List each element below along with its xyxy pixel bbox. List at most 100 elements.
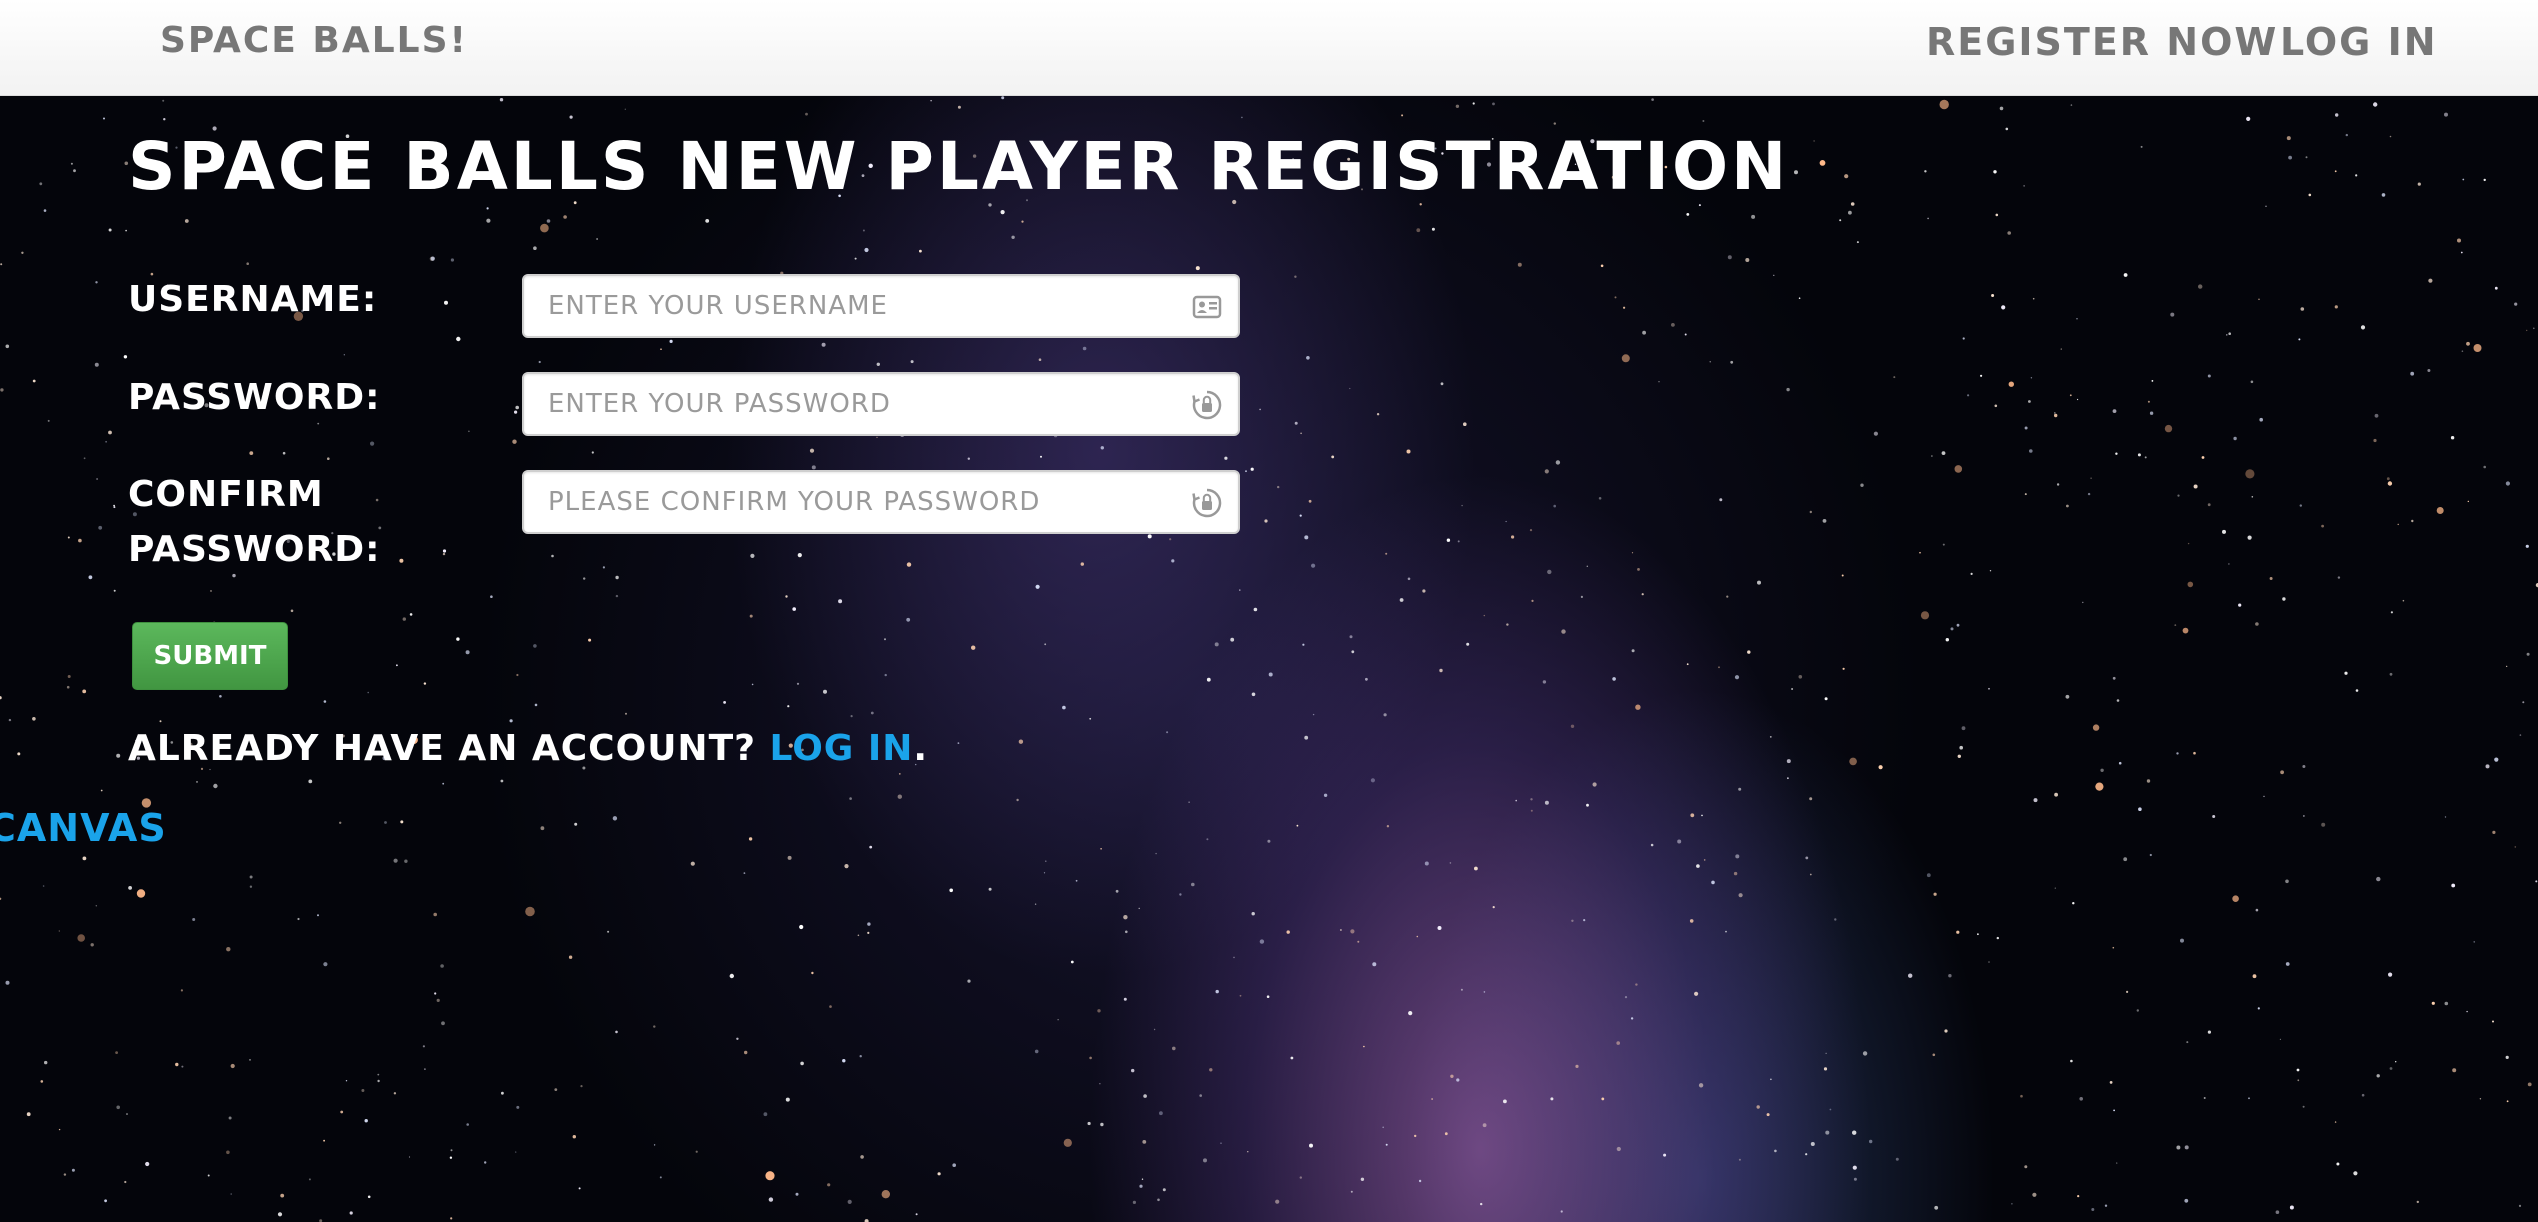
star [1505,520,1507,523]
star [47,419,50,422]
star [1422,589,1426,593]
star [436,998,440,1003]
star [1264,519,1268,523]
star [669,339,673,343]
star [1860,483,1864,487]
star [1600,264,1604,268]
star [377,1073,380,1076]
star [2335,113,2339,117]
star [1431,227,1435,231]
star [2265,205,2267,207]
star [1239,994,1242,997]
star [1977,933,1979,936]
star [1290,1056,1294,1060]
star [1684,333,1687,336]
star [1738,787,1742,791]
star [1449,862,1452,864]
star [2070,1059,2073,1063]
star [1132,1200,1136,1204]
star [1143,1094,1147,1098]
star [1100,446,1105,450]
star [1365,677,1368,681]
star [1939,99,1949,110]
star [317,914,319,917]
star [1139,1184,1143,1188]
star [98,525,103,530]
star [2066,504,2069,508]
star [1805,1153,1808,1156]
star [1547,569,1552,575]
star [1555,460,1561,465]
star [2444,1001,2449,1006]
star [509,719,513,723]
star [1162,1188,1166,1192]
star [1153,1028,1156,1031]
password-input[interactable] [524,374,1188,434]
star [196,781,198,783]
star [847,1199,852,1204]
star [1920,611,1930,620]
brand-link[interactable]: SPACE BALLS! [160,20,468,61]
star [2054,887,2056,889]
star [800,1061,804,1066]
star [2112,676,2116,680]
star [430,256,435,261]
star [2473,941,2475,943]
star [1651,98,1654,101]
register-now-link[interactable]: REGISTER NOW [1926,20,2278,64]
star [465,650,470,655]
star [308,1178,311,1181]
star [1810,1142,1815,1146]
star [163,118,166,121]
star [876,362,880,366]
footer-login-link[interactable]: LOG IN [770,728,914,769]
star [249,885,253,888]
username-input[interactable] [524,276,1188,336]
star [2466,341,2470,346]
star [1630,1017,1634,1020]
star [2090,477,2092,479]
star [1727,255,1732,260]
submit-button[interactable]: SUBMIT [132,622,288,690]
confirm-password-input[interactable] [524,472,1188,532]
star [126,1113,128,1115]
star [1159,1111,1163,1116]
star [83,457,86,460]
star [2289,1205,2294,1210]
star [2297,1079,2300,1082]
star [751,683,754,686]
star [1339,929,1342,931]
star [486,207,489,210]
star [1357,940,1360,943]
star [184,219,189,223]
star [1738,1158,1741,1161]
star [690,861,695,866]
star [1663,1153,1667,1157]
star [1931,455,1933,457]
star [583,577,586,580]
star [1961,726,1966,731]
star [1696,864,1700,868]
star [1842,667,1845,670]
star [404,859,408,863]
star [2526,329,2528,332]
star [424,1068,426,1070]
star [1351,650,1355,654]
star [209,768,211,771]
star [95,281,98,284]
star [2416,1200,2419,1204]
star [2428,278,2433,283]
star [2203,1097,2206,1099]
star [66,685,70,689]
star [1849,757,1857,766]
star [705,219,710,223]
star [2355,689,2359,692]
star [1446,538,1451,542]
canvas-link[interactable]: CANVAS [0,806,167,850]
star [1895,1157,1899,1161]
nav-login-link[interactable]: LOG IN [2280,20,2438,64]
star [1614,296,1617,299]
star [2505,481,2510,486]
star [1376,413,1380,416]
star [1312,713,1315,716]
